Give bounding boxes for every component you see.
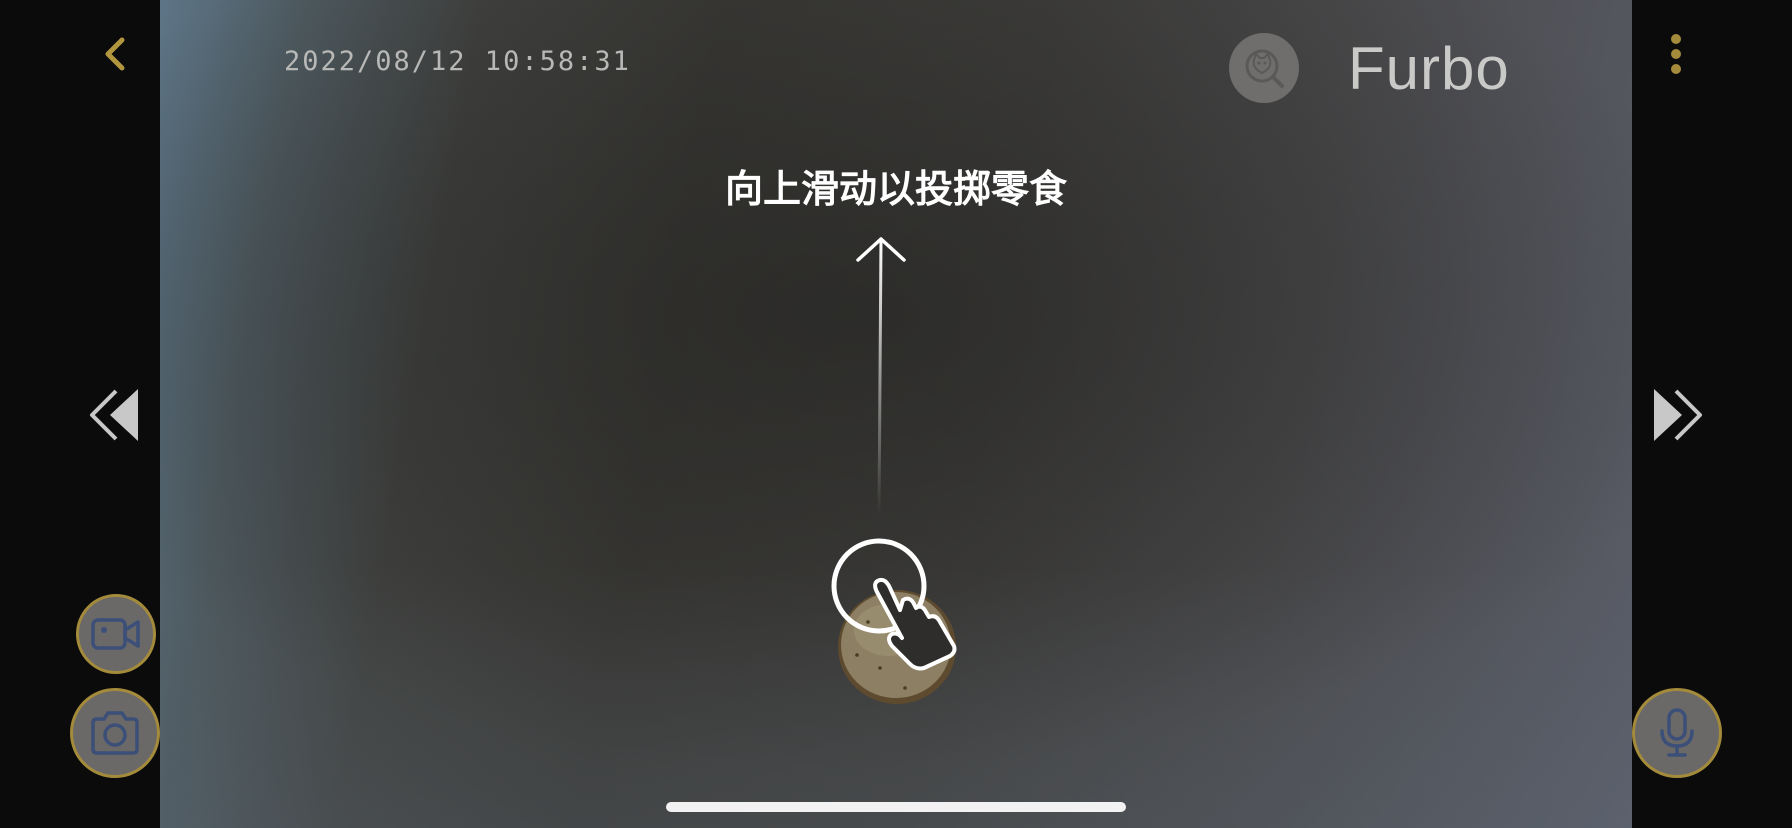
- video-camera-icon: [91, 618, 140, 650]
- dog-face-search-icon: [1245, 49, 1284, 88]
- double-chevron-left-icon: [90, 389, 138, 441]
- snapshot-button[interactable]: [70, 688, 160, 778]
- brand-logo: Furbo: [1348, 35, 1510, 102]
- back-button[interactable]: [96, 34, 136, 74]
- double-chevron-right-icon: [1654, 389, 1702, 441]
- microphone-button[interactable]: [1632, 688, 1722, 778]
- dog-face-search-button[interactable]: [1229, 33, 1299, 103]
- more-vertical-icon: [1671, 34, 1681, 74]
- home-indicator[interactable]: [666, 802, 1126, 812]
- camera-icon: [91, 711, 139, 755]
- timestamp: 2022/08/12 10:58:31: [284, 46, 631, 77]
- next-camera-button[interactable]: [1648, 386, 1704, 444]
- microphone-icon: [1660, 708, 1694, 757]
- chevron-left-icon: [105, 37, 125, 71]
- more-options-button[interactable]: [1664, 30, 1688, 78]
- feed-shade: [160, 568, 1632, 828]
- camera-feed[interactable]: [160, 0, 1632, 828]
- previous-camera-button[interactable]: [88, 386, 144, 444]
- swipe-hint: 向上滑动以投掷零食: [724, 167, 1067, 211]
- record-video-button[interactable]: [76, 594, 156, 674]
